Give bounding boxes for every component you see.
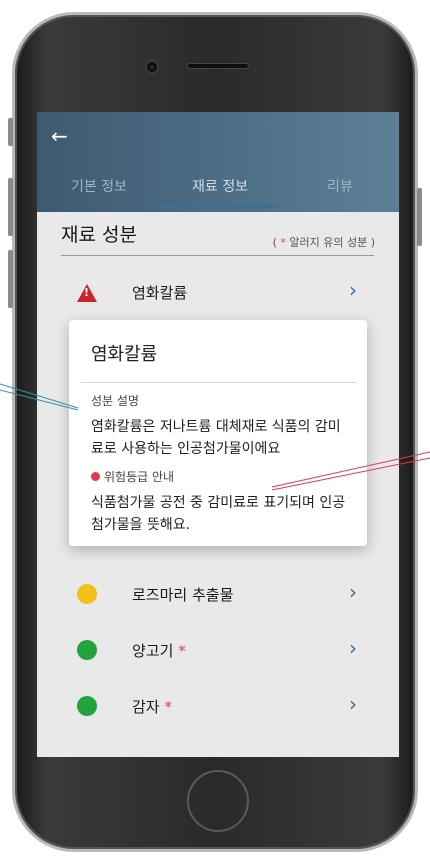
ingredient-row[interactable]: 로즈마리 추출물 › [37, 574, 399, 614]
earpiece-speaker [187, 63, 249, 69]
green-dot-icon [77, 640, 97, 660]
red-dot-icon [91, 472, 100, 481]
volume-up-button [8, 178, 13, 236]
chevron-right-icon: › [349, 692, 357, 716]
tab-bar: 기본 정보 재료 정보 리뷰 [37, 172, 399, 210]
active-tab-indicator [159, 205, 279, 208]
legend-star: * [280, 236, 286, 249]
tab-basic-info[interactable]: 기본 정보 [71, 176, 127, 196]
modal-divider [81, 382, 357, 383]
section-divider [61, 255, 374, 256]
tab-ingredient-info[interactable]: 재료 정보 [192, 176, 248, 196]
legend-paren-close: ) [370, 236, 375, 249]
section-title: 재료 성분 [61, 224, 137, 246]
tab-reviews[interactable]: 리뷰 [327, 176, 353, 196]
risk-grade-label: 위험등급 안내 [91, 468, 174, 485]
app-header: ← 기본 정보 재료 정보 리뷰 [37, 112, 399, 212]
risk-description: 식품첨가물 공전 중 감미료로 표기되며 인공첨가물을 뜻해요. [91, 495, 346, 533]
volume-down-button [8, 250, 13, 308]
legend-text: 알러지 유의 성분 [289, 236, 368, 249]
allergy-star: * [178, 642, 186, 660]
ingredient-row[interactable]: 감자 * › [37, 686, 399, 726]
legend-paren-open: ( [272, 236, 277, 249]
ingredient-row[interactable]: 양고기 * › [37, 630, 399, 670]
allergy-legend: ( * 알러지 유의 성분 ) [273, 234, 375, 250]
ingredient-detail-modal[interactable]: 염화칼륨 성분 설명 염화칼륨은 저나트륨 대체재로 식품의 감미료로 사용하는… [69, 320, 367, 546]
ingredient-label: 로즈마리 추출물 [132, 586, 234, 604]
description-label: 성분 설명 [91, 394, 139, 408]
modal-title: 염화칼륨 [91, 344, 158, 365]
yellow-dot-icon [77, 584, 97, 604]
allergy-star: * [164, 698, 172, 716]
power-button [417, 188, 422, 246]
home-button[interactable] [187, 770, 249, 832]
front-camera [145, 60, 159, 74]
ingredient-row[interactable]: 염화칼륨 › [37, 272, 399, 312]
chevron-right-icon: › [349, 580, 357, 604]
warning-triangle-icon [77, 282, 97, 302]
ingredient-label: 양고기 * [132, 642, 186, 660]
chevron-right-icon: › [349, 636, 357, 660]
mute-switch [8, 118, 13, 146]
ingredient-description: 염화칼륨은 저나트륨 대체재로 식품의 감미료로 사용하는 인공첨가물이에요 [91, 419, 341, 457]
ingredient-label: 감자 * [132, 698, 172, 716]
chevron-right-icon: › [349, 278, 357, 302]
green-dot-icon [77, 696, 97, 716]
back-arrow-icon[interactable]: ← [51, 126, 68, 146]
ingredient-label: 염화칼륨 [132, 284, 188, 302]
